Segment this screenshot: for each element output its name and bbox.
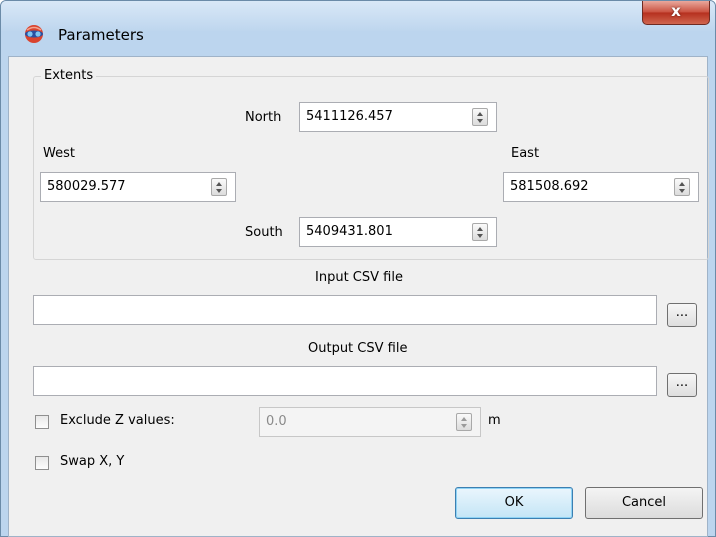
north-spin-arrows[interactable]: [472, 108, 488, 126]
east-spin-arrows[interactable]: [674, 178, 690, 196]
exclude-z-checkbox[interactable]: [35, 415, 49, 429]
east-value: 581508.692: [510, 179, 589, 194]
spin-up-icon[interactable]: [477, 227, 483, 231]
west-spin-arrows[interactable]: [211, 178, 227, 196]
swap-xy-label[interactable]: Swap X, Y: [60, 454, 124, 469]
spin-down-icon[interactable]: [477, 119, 483, 123]
output-csv-field[interactable]: [33, 366, 657, 396]
output-csv-browse-button[interactable]: ...: [667, 373, 697, 397]
west-value: 580029.577: [47, 179, 126, 194]
input-csv-field[interactable]: [33, 295, 657, 325]
globe-app-icon: [25, 25, 43, 43]
close-button[interactable]: x: [642, 1, 710, 25]
south-value: 5409431.801: [306, 224, 393, 239]
west-spinbox[interactable]: 580029.577: [40, 172, 236, 202]
south-spin-arrows[interactable]: [472, 223, 488, 241]
north-label: North: [245, 110, 282, 125]
exclude-z-value: 0.0: [266, 414, 287, 429]
extents-group-title: Extents: [41, 68, 97, 83]
spin-down-icon[interactable]: [477, 234, 483, 238]
east-spinbox[interactable]: 581508.692: [503, 172, 699, 202]
input-csv-label: Input CSV file: [315, 270, 403, 285]
spin-up-icon[interactable]: [461, 417, 467, 421]
spin-down-icon[interactable]: [216, 189, 222, 193]
spin-down-icon[interactable]: [679, 189, 685, 193]
close-icon: x: [671, 2, 681, 20]
cancel-button[interactable]: Cancel: [585, 487, 703, 519]
exclude-z-unit: m: [488, 413, 501, 428]
exclude-z-spinbox[interactable]: 0.0: [259, 407, 481, 437]
output-csv-label: Output CSV file: [308, 341, 408, 356]
window-title: Parameters: [58, 26, 144, 44]
ok-button[interactable]: OK: [455, 487, 573, 519]
south-spinbox[interactable]: 5409431.801: [299, 217, 497, 247]
spin-down-icon[interactable]: [461, 424, 467, 428]
input-csv-browse-button[interactable]: ...: [667, 303, 697, 327]
west-label: West: [43, 146, 75, 161]
exclude-z-label[interactable]: Exclude Z values:: [60, 413, 175, 428]
spin-up-icon[interactable]: [679, 182, 685, 186]
north-spinbox[interactable]: 5411126.457: [299, 102, 497, 132]
north-value: 5411126.457: [306, 109, 393, 124]
south-label: South: [245, 225, 283, 240]
spin-up-icon[interactable]: [477, 112, 483, 116]
swap-xy-checkbox[interactable]: [35, 456, 49, 470]
exclude-z-spin-arrows[interactable]: [456, 413, 472, 431]
spin-up-icon[interactable]: [216, 182, 222, 186]
east-label: East: [511, 146, 540, 161]
